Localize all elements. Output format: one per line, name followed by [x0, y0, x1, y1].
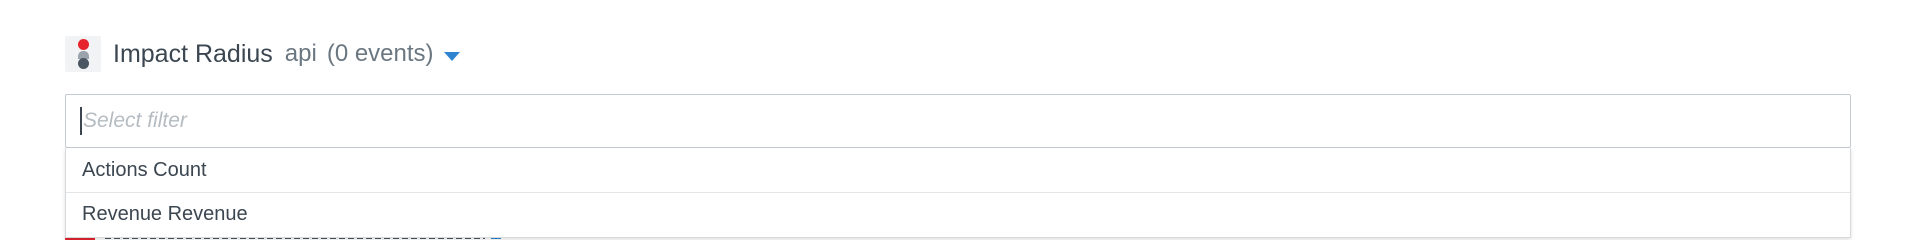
- filter-dropdown-menu: Actions Count Revenue Revenue: [65, 148, 1851, 238]
- panel-subtitle: api: [284, 40, 317, 67]
- text-cursor: [80, 107, 82, 135]
- dropdown-option-revenue-revenue[interactable]: Revenue Revenue: [66, 192, 1850, 236]
- filter-select[interactable]: [65, 94, 1851, 148]
- traffic-light-icon: [65, 36, 101, 72]
- dropdown-option-actions-count[interactable]: Actions Count: [66, 148, 1850, 192]
- event-count: (0 events): [326, 40, 434, 67]
- page: Impact Radius api (0 events) Actions Cou…: [0, 0, 1912, 240]
- panel-title: Impact Radius: [113, 39, 273, 68]
- panel-header: Impact Radius api (0 events): [65, 36, 460, 72]
- caret-down-icon[interactable]: [443, 51, 460, 61]
- filter-input[interactable]: [83, 109, 1783, 133]
